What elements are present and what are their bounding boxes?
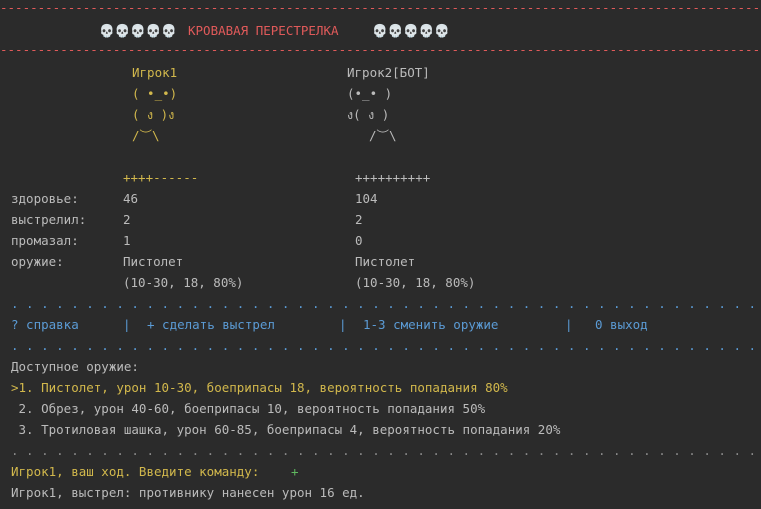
- player1-shots: 2: [123, 212, 131, 227]
- header-skulls-left: 💀💀💀💀💀: [99, 23, 177, 38]
- label-misses: промазал:: [11, 233, 79, 248]
- weapons-title: Доступное оружие:: [11, 359, 139, 374]
- player2-name: Игрок2[БОТ]: [347, 65, 430, 80]
- player2-misses: 0: [355, 233, 363, 248]
- player1-health-bar: ++++------: [123, 170, 199, 185]
- header-bottom-border: ----------------------------------------…: [0, 42, 761, 57]
- label-health: здоровье:: [11, 191, 79, 206]
- player2-weapon: Пистолет: [355, 254, 416, 269]
- player2-health-bar: ++++++++++: [355, 170, 431, 185]
- player1-misses: 1: [123, 233, 131, 248]
- weapons-divider: . . . . . . . . . . . . . . . . . . . . …: [11, 443, 757, 458]
- player2-art-head: (•_• ): [347, 86, 393, 101]
- player1-art-head: ( •_•): [132, 86, 178, 101]
- menu-top-divider: . . . . . . . . . . . . . . . . . . . . …: [11, 296, 757, 311]
- player1-art-body: ( ง )ง: [132, 107, 175, 122]
- label-weapon: оружие:: [11, 254, 64, 269]
- player2-health: 104: [355, 191, 378, 206]
- menu-help: ? справка: [11, 317, 79, 332]
- player1-weapon-stats: (10-30, 18, 80%): [123, 275, 244, 290]
- menu-bottom-divider: . . . . . . . . . . . . . . . . . . . . …: [11, 338, 757, 353]
- menu-change-weapon: 1-3 сменить оружие: [363, 317, 499, 332]
- player2-art-body: ง( ง ): [347, 107, 390, 122]
- player1-art-legs: /︶\: [132, 128, 160, 143]
- player2-shots: 2: [355, 212, 363, 227]
- weapon-option: 2. Обрез, урон 40-60, боеприпасы 10, вер…: [11, 401, 486, 416]
- weapon-option-selected: >1. Пистолет, урон 10-30, боеприпасы 18,…: [11, 380, 508, 395]
- menu-exit: 0 выход: [595, 317, 648, 332]
- menu-separator: |: [123, 317, 131, 332]
- header-top-border: ----------------------------------------…: [0, 0, 761, 15]
- label-shots: выстрелил:: [11, 212, 87, 227]
- player1-health: 46: [123, 191, 139, 206]
- player2-art-legs: /︶\: [369, 128, 397, 143]
- player2-weapon-stats: (10-30, 18, 80%): [355, 275, 476, 290]
- game-log: Игрок1, выстрел: противнику нанесен урон…: [11, 485, 365, 500]
- menu-shoot: + сделать выстрел: [147, 317, 275, 332]
- command-prompt: Игрок1, ваш ход. Введите команду:: [11, 464, 260, 479]
- player1-weapon: Пистолет: [123, 254, 184, 269]
- menu-separator: |: [565, 317, 573, 332]
- command-input[interactable]: +: [291, 461, 299, 482]
- page-title: КРОВАВАЯ ПЕРЕСТРЕЛКА: [188, 23, 339, 38]
- menu-separator: |: [339, 317, 347, 332]
- header-skulls-right: 💀💀💀💀💀: [372, 23, 450, 38]
- player1-name: Игрок1: [132, 65, 178, 80]
- weapon-option: 3. Тротиловая шашка, урон 60-85, боеприп…: [11, 422, 561, 437]
